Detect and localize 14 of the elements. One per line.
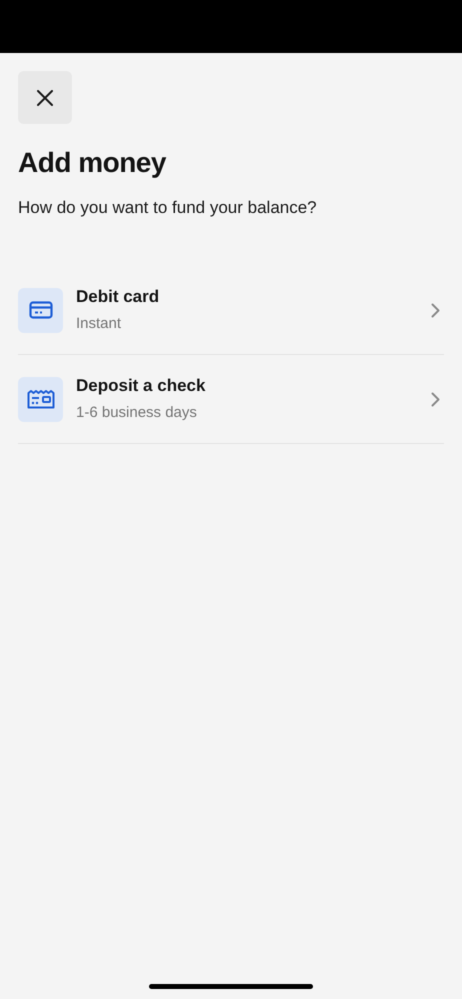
credit-card-icon xyxy=(28,301,52,319)
option-row[interactable]: Debit card Instant xyxy=(18,266,444,355)
close-button[interactable] xyxy=(18,71,72,124)
page-title: Add money xyxy=(18,146,168,180)
option-row[interactable]: Deposit a check 1-6 business days xyxy=(18,355,444,444)
check-document-icon xyxy=(26,389,54,409)
page-subtitle: How do you want to fund your balance? xyxy=(18,197,318,219)
chevron-right-icon xyxy=(431,392,440,406)
option-title: Deposit a check xyxy=(76,375,206,397)
chevron-right-icon xyxy=(431,302,440,318)
option-detail: 1-6 business days xyxy=(76,403,198,423)
close-icon xyxy=(37,90,53,106)
option-detail: Instant xyxy=(76,314,122,334)
option-title: Debit card xyxy=(76,286,160,308)
